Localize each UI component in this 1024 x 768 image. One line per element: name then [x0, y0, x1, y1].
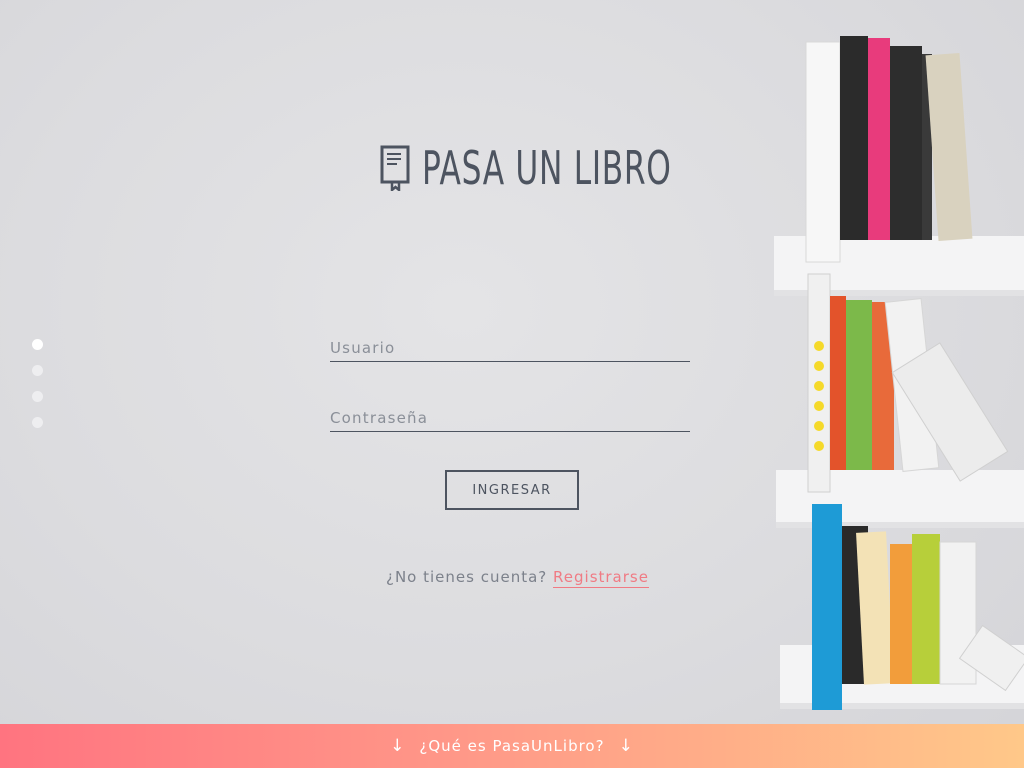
- slide-dot-3[interactable]: [32, 391, 43, 402]
- brand-name: PASA UN LIBRO: [422, 141, 672, 195]
- brand-logo: PASA UN LIBRO: [380, 140, 789, 196]
- about-bar[interactable]: ↓ ¿Qué es PasaUnLibro? ↓: [0, 724, 1024, 768]
- password-input[interactable]: [330, 405, 690, 432]
- signup-prompt: ¿No tienes cuenta? Registrarse: [386, 568, 649, 588]
- book-icon: [380, 145, 410, 191]
- signup-prompt-text: ¿No tienes cuenta?: [386, 568, 548, 586]
- login-button[interactable]: INGRESAR: [445, 470, 579, 510]
- slide-dot-1[interactable]: [32, 339, 43, 350]
- slide-dot-4[interactable]: [32, 417, 43, 428]
- signup-link[interactable]: Registrarse: [553, 568, 649, 588]
- username-input[interactable]: [330, 335, 690, 362]
- bookshelf-image: [774, 36, 1024, 710]
- slide-dots: [32, 339, 44, 443]
- arrow-down-icon: ↓: [390, 736, 406, 756]
- about-link[interactable]: ¿Qué es PasaUnLibro?: [419, 737, 604, 755]
- slide-dot-2[interactable]: [32, 365, 43, 376]
- arrow-down-icon: ↓: [618, 736, 634, 756]
